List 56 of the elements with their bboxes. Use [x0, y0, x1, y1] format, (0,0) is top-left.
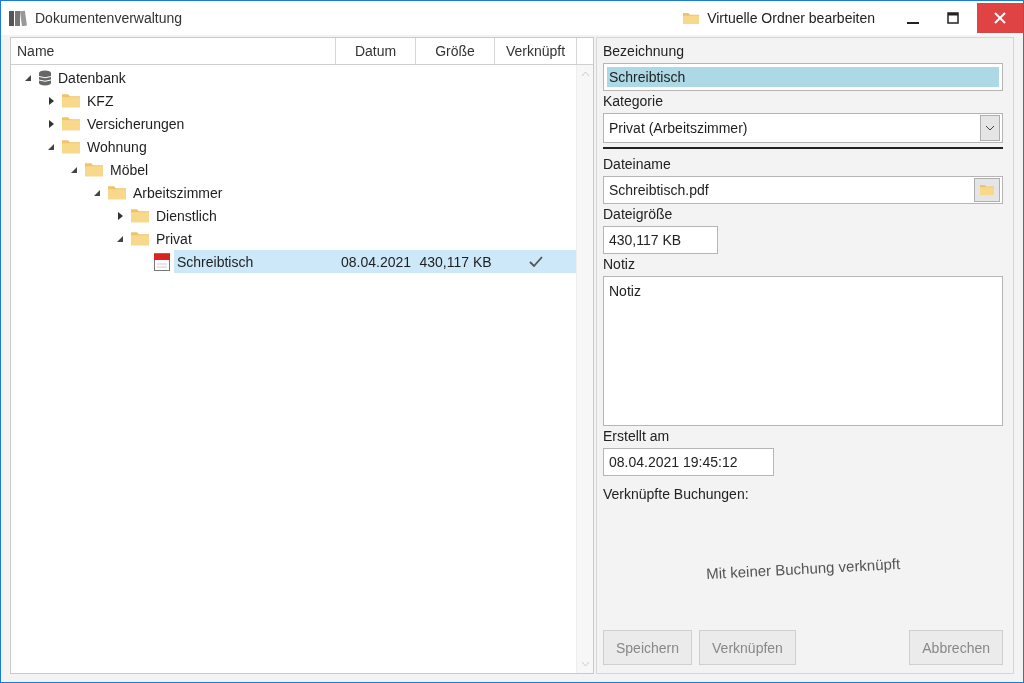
column-header[interactable]: Datum: [336, 38, 416, 64]
binders-icon: [9, 10, 27, 26]
caret-icon[interactable]: [47, 119, 55, 128]
folder-icon: [131, 208, 149, 223]
filesize-field[interactable]: 430,117 KB: [603, 226, 718, 254]
date-cell: 08.04.2021: [340, 253, 412, 270]
field-label: Erstellt am: [603, 428, 671, 444]
tree-item[interactable]: Möbel: [107, 161, 336, 178]
note-field[interactable]: Notiz: [603, 276, 1003, 426]
folder-icon: [683, 11, 700, 25]
tree-item[interactable]: Datenbank: [55, 69, 336, 86]
window-title: Dokumentenverwaltung: [35, 10, 184, 26]
tree-item[interactable]: Dienstlich: [153, 207, 336, 224]
tree-item[interactable]: Versicherungen: [84, 115, 336, 132]
field-label: Dateigröße: [603, 206, 674, 222]
caret-icon[interactable]: [116, 234, 124, 243]
maximize-icon: [947, 12, 959, 24]
tree-item[interactable]: KFZ: [84, 92, 336, 109]
caret-icon[interactable]: [116, 211, 124, 220]
empty-message: Mit keiner Buchung verknüpft: [705, 554, 901, 582]
column-header[interactable]: Größe: [416, 38, 495, 64]
field-label: Dateiname: [603, 156, 672, 172]
virtual-folders-button[interactable]: Virtuelle Ordner bearbeiten: [675, 3, 883, 33]
folder-icon: [131, 231, 149, 246]
tree-item[interactable]: Schreibtisch: [174, 253, 336, 270]
folder-icon: [62, 116, 80, 131]
field-label: Bezeichnung: [603, 43, 685, 59]
field-label: Kategorie: [603, 93, 664, 109]
tree-item[interactable]: Arbeitszimmer: [130, 184, 336, 201]
minimize-icon: [907, 22, 919, 24]
close-icon: [994, 12, 1006, 24]
database-icon: [39, 69, 51, 86]
tree-item[interactable]: Privat: [153, 230, 336, 247]
size-cell: 430,117 KB: [419, 253, 492, 270]
tree-item[interactable]: Wohnung: [84, 138, 336, 155]
column-header[interactable]: Verknüpft: [495, 38, 577, 64]
column-header[interactable]: Name: [11, 38, 336, 64]
folder-icon: [62, 93, 80, 108]
pdf-file-icon: [154, 252, 170, 271]
category-dropdown[interactable]: Privat (Arbeitszimmer): [603, 113, 1003, 143]
folder-icon: [980, 184, 994, 196]
caret-icon[interactable]: [24, 73, 32, 82]
chevron-down-icon: [985, 125, 995, 131]
folder-icon: [85, 162, 103, 177]
folder-icon: [108, 185, 126, 200]
created-field[interactable]: 08.04.2021 19:45:12: [603, 448, 774, 476]
caret-icon[interactable]: [93, 188, 101, 197]
section-label: Verknüpfte Buchungen:: [603, 486, 750, 502]
close-button[interactable]: [977, 3, 1023, 33]
name-field[interactable]: Schreibtisch: [603, 63, 1003, 91]
caret-icon[interactable]: [70, 165, 78, 174]
field-label: Notiz: [603, 256, 636, 272]
folder-icon: [62, 139, 80, 154]
filename-field[interactable]: Schreibtisch.pdf: [603, 176, 1003, 204]
caret-icon[interactable]: [47, 96, 55, 105]
caret-icon[interactable]: [47, 142, 55, 151]
